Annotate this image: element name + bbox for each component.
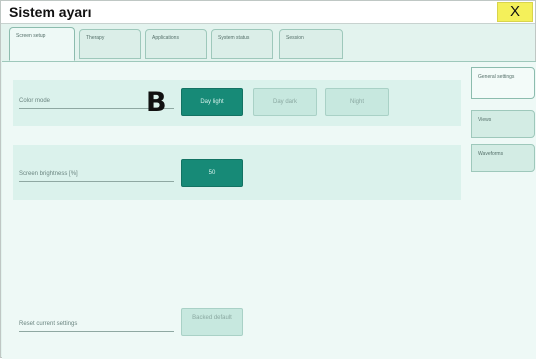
- brightness-label: Screen brightness [%]: [19, 171, 174, 182]
- tab-applications[interactable]: Applications: [145, 29, 207, 59]
- window-title: Sistem ayarı: [9, 4, 92, 20]
- overlay-letter-marker: B: [146, 87, 167, 118]
- brightness-panel: Screen brightness [%] 50: [13, 145, 461, 200]
- day-light-button[interactable]: Day light: [181, 88, 243, 116]
- settings-window: Sistem ayarı X Screen setup Therapy Appl…: [0, 0, 536, 359]
- side-tab-waveforms[interactable]: Waveforms: [471, 144, 535, 172]
- color-mode-panel: Color mode Day light Day dark Night: [13, 80, 461, 126]
- side-tab-general-settings[interactable]: General settings: [471, 67, 535, 99]
- reset-label: Reset current settings: [19, 321, 174, 332]
- tab-screen-setup[interactable]: Screen setup: [9, 27, 75, 61]
- backed-default-button[interactable]: Backed default: [181, 308, 243, 336]
- close-button[interactable]: X: [497, 2, 533, 22]
- night-button[interactable]: Night: [325, 88, 389, 116]
- day-dark-button[interactable]: Day dark: [253, 88, 317, 116]
- tab-session[interactable]: Session: [279, 29, 343, 59]
- tab-therapy[interactable]: Therapy: [79, 29, 141, 59]
- title-bar: Sistem ayarı X: [1, 1, 535, 24]
- tab-system-status[interactable]: System status: [211, 29, 273, 59]
- top-tab-bar: Screen setup Therapy Applications System…: [5, 27, 535, 61]
- brightness-value-button[interactable]: 50: [181, 159, 243, 187]
- side-tab-views[interactable]: Views: [471, 110, 535, 138]
